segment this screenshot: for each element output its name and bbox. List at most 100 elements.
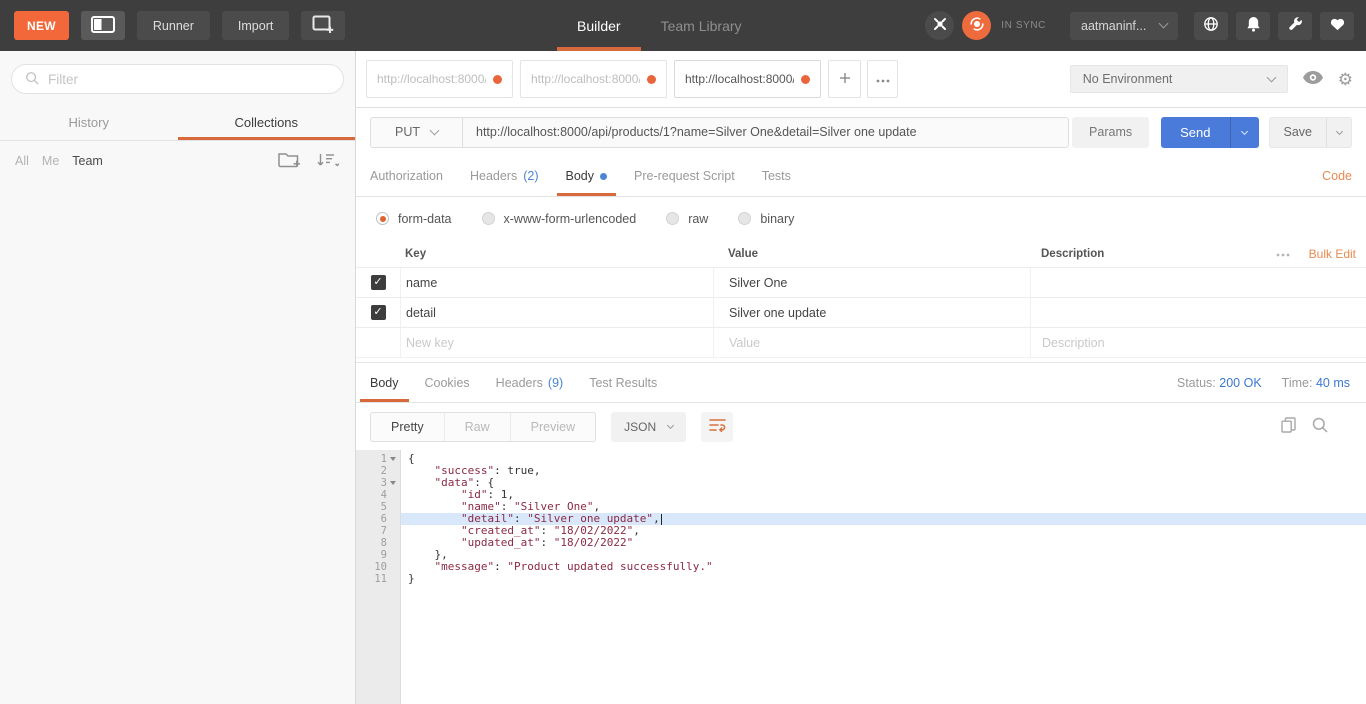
community-button[interactable] bbox=[1194, 12, 1228, 40]
code-line[interactable]: "data": { bbox=[401, 477, 1366, 489]
unsaved-dot-icon bbox=[493, 75, 502, 84]
scope-team[interactable]: Team bbox=[72, 154, 103, 168]
new-description-input[interactable]: Description bbox=[1030, 328, 1366, 357]
new-tab-button[interactable] bbox=[828, 60, 861, 98]
account-menu[interactable]: aatmaninf... bbox=[1070, 12, 1178, 40]
tab-team-library[interactable]: Team Library bbox=[641, 0, 762, 51]
bulk-edit-link[interactable]: Bulk Edit bbox=[1309, 247, 1356, 261]
response-tab-test-results[interactable]: Test Results bbox=[589, 363, 657, 402]
ellipsis-icon bbox=[1276, 248, 1290, 260]
view-preview[interactable]: Preview bbox=[511, 413, 595, 441]
heart-icon bbox=[1330, 17, 1345, 34]
code-line[interactable]: "message": "Product updated successfully… bbox=[401, 561, 1366, 573]
description-cell[interactable] bbox=[1030, 268, 1366, 297]
save-button[interactable]: Save bbox=[1269, 117, 1353, 148]
wrap-text-icon bbox=[709, 418, 726, 435]
value-cell[interactable]: Silver one update bbox=[713, 298, 1030, 327]
gear-icon: ⚙ bbox=[1338, 70, 1353, 89]
notifications-button[interactable] bbox=[1236, 12, 1270, 40]
response-tab-body[interactable]: Body bbox=[370, 363, 399, 402]
tab-tests[interactable]: Tests bbox=[762, 156, 791, 196]
filter-box bbox=[11, 64, 344, 94]
row-checkbox-checked[interactable]: ✓ bbox=[371, 305, 386, 320]
time-badge[interactable]: 40 ms bbox=[1316, 376, 1350, 390]
tab-history[interactable]: History bbox=[0, 104, 178, 140]
mode-raw[interactable]: raw bbox=[666, 212, 708, 226]
response-toolbar: Pretty Raw Preview JSON bbox=[356, 403, 1366, 450]
key-cell[interactable]: detail bbox=[400, 298, 713, 327]
body-mode-selector: form-data x-www-form-urlencoded raw bina… bbox=[356, 197, 1366, 240]
fold-arrow-icon[interactable] bbox=[390, 481, 396, 485]
response-language-select[interactable]: JSON bbox=[611, 412, 686, 442]
code-line[interactable]: "updated_at": "18/02/2022" bbox=[401, 537, 1366, 549]
tab-authorization[interactable]: Authorization bbox=[370, 156, 443, 196]
request-tab-2[interactable]: http://localhost:8000/ bbox=[520, 60, 667, 98]
value-cell[interactable]: Silver One bbox=[713, 268, 1030, 297]
mode-x-www-form-urlencoded[interactable]: x-www-form-urlencoded bbox=[482, 212, 637, 226]
tab-headers[interactable]: Headers (2) bbox=[470, 156, 539, 196]
sort-button[interactable] bbox=[317, 153, 340, 170]
mode-binary[interactable]: binary bbox=[738, 212, 794, 226]
tab-collections[interactable]: Collections bbox=[178, 104, 356, 140]
code-lines[interactable]: { "success": true, "data": { "id": 1, "n… bbox=[401, 450, 1366, 704]
import-button[interactable]: Import bbox=[222, 11, 289, 40]
response-tab-headers[interactable]: Headers (9) bbox=[496, 363, 564, 402]
scope-all[interactable]: All bbox=[15, 154, 29, 168]
row-checkbox-checked[interactable]: ✓ bbox=[371, 275, 386, 290]
filter-input[interactable] bbox=[48, 72, 330, 87]
table-options-button[interactable] bbox=[1276, 248, 1290, 260]
line-number[interactable]: 1 bbox=[356, 453, 400, 465]
new-button[interactable]: NEW bbox=[14, 11, 69, 40]
environment-settings-button[interactable]: ⚙ bbox=[1338, 71, 1353, 88]
sort-icon bbox=[317, 156, 340, 170]
params-button[interactable]: Params bbox=[1072, 117, 1149, 148]
status-badge[interactable]: 200 OK bbox=[1219, 376, 1261, 390]
save-options-button[interactable] bbox=[1326, 118, 1351, 147]
request-tab-3-active[interactable]: http://localhost:8000/ bbox=[674, 60, 821, 98]
request-tab-1[interactable]: http://localhost:8000/ bbox=[366, 60, 513, 98]
view-raw[interactable]: Raw bbox=[445, 413, 511, 441]
generate-code-link[interactable]: Code bbox=[1322, 169, 1352, 183]
response-body-editor[interactable]: 1234567891011 { "success": true, "data":… bbox=[356, 450, 1366, 704]
settings-button[interactable] bbox=[1278, 12, 1312, 40]
code-line[interactable]: "success": true, bbox=[401, 465, 1366, 477]
description-cell[interactable] bbox=[1030, 298, 1366, 327]
tab-body[interactable]: Body bbox=[566, 156, 608, 196]
key-cell[interactable]: name bbox=[400, 268, 713, 297]
send-button[interactable]: Send bbox=[1161, 117, 1258, 148]
view-pretty[interactable]: Pretty bbox=[371, 413, 445, 441]
copy-response-button[interactable] bbox=[1281, 417, 1296, 436]
tab-pre-request-script[interactable]: Pre-request Script bbox=[634, 156, 735, 196]
sidebar-toggle-button[interactable] bbox=[81, 11, 125, 40]
runner-button[interactable]: Runner bbox=[137, 11, 210, 40]
line-number: 6 bbox=[356, 513, 400, 525]
code-line[interactable]: } bbox=[401, 573, 1366, 585]
code-line[interactable]: { bbox=[401, 453, 1366, 465]
favorites-button[interactable] bbox=[1320, 12, 1354, 40]
environment-select[interactable]: No Environment bbox=[1070, 65, 1288, 93]
line-number: 5 bbox=[356, 501, 400, 513]
unsaved-dot-icon bbox=[647, 75, 656, 84]
send-options-button[interactable] bbox=[1230, 117, 1259, 148]
new-key-input[interactable]: New key bbox=[400, 328, 713, 357]
line-number: 4 bbox=[356, 489, 400, 501]
new-folder-button[interactable] bbox=[278, 151, 301, 172]
tab-builder[interactable]: Builder bbox=[557, 0, 641, 51]
tab-options-button[interactable] bbox=[867, 60, 898, 98]
sync-button[interactable] bbox=[962, 11, 991, 40]
new-window-button[interactable] bbox=[301, 11, 345, 40]
wrap-text-button[interactable] bbox=[701, 412, 733, 442]
url-input[interactable]: http://localhost:8000/api/products/1?nam… bbox=[463, 125, 917, 139]
environment-quicklook-button[interactable] bbox=[1303, 71, 1323, 87]
request-editor-tabs: Authorization Headers (2) Body Pre-reque… bbox=[356, 156, 1366, 197]
scope-me[interactable]: Me bbox=[42, 154, 59, 168]
response-tab-cookies[interactable]: Cookies bbox=[425, 363, 470, 402]
search-response-button[interactable] bbox=[1312, 417, 1328, 436]
mode-form-data[interactable]: form-data bbox=[376, 212, 452, 226]
fold-arrow-icon[interactable] bbox=[390, 457, 396, 461]
method-select[interactable]: PUT bbox=[371, 118, 463, 147]
new-value-input[interactable]: Value bbox=[713, 328, 1030, 357]
layout-icon bbox=[91, 16, 115, 36]
interceptor-button[interactable] bbox=[925, 11, 954, 40]
line-number[interactable]: 3 bbox=[356, 477, 400, 489]
